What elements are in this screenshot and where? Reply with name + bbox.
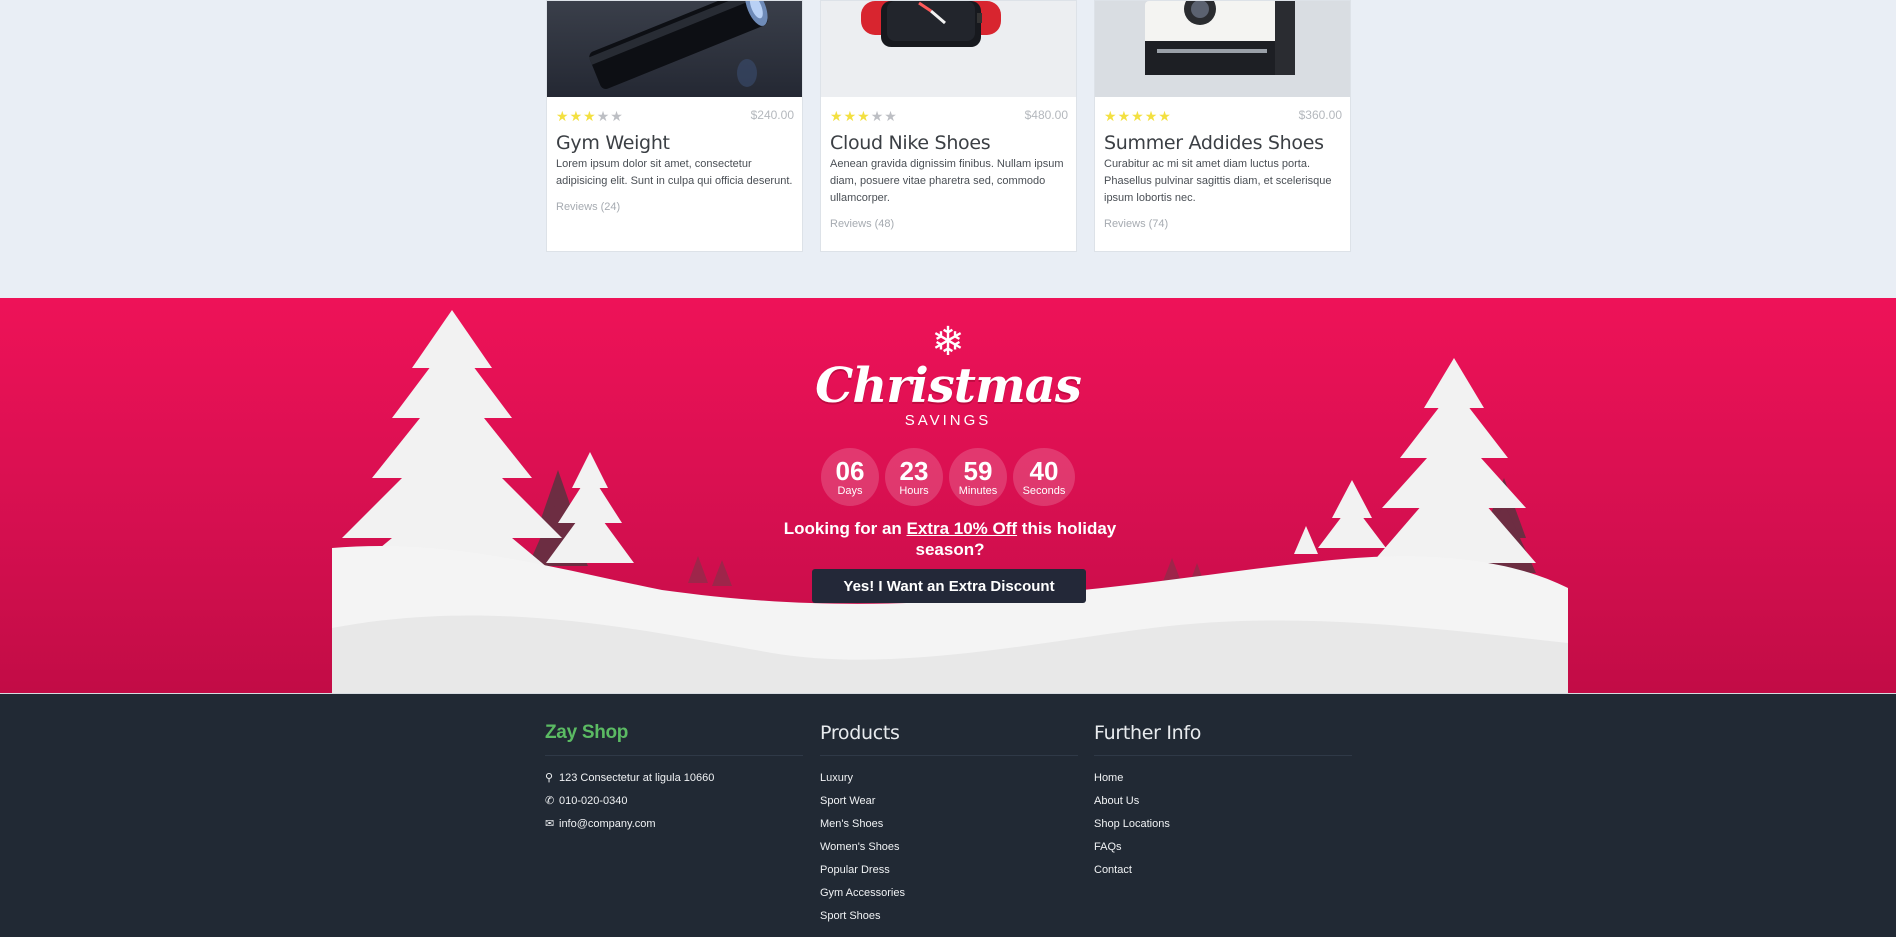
product-title[interactable]: Summer Addides Shoes xyxy=(1104,132,1324,154)
christmas-logo-text: Christmas xyxy=(815,358,1082,414)
footer-link-luxury[interactable]: Luxury xyxy=(820,767,1078,790)
product-card[interactable]: ★★★★★ $360.00 Summer Addides Shoes Curab… xyxy=(1094,0,1351,252)
footer-link-about-us[interactable]: About Us xyxy=(1094,790,1352,813)
footer-brand[interactable]: Zay Shop xyxy=(545,722,803,756)
star-icon: ★ xyxy=(884,108,898,124)
footer-address: ⚲ 123 Consectetur at ligula 10660 xyxy=(545,767,803,790)
product-reviews: Reviews (74) xyxy=(1104,218,1169,230)
product-title[interactable]: Gym Weight xyxy=(556,132,670,154)
product-price: $240.00 xyxy=(750,108,794,122)
star-icon: ★ xyxy=(1158,108,1172,124)
star-icon: ★ xyxy=(1131,108,1145,124)
countdown-timer: 06 Days 23 Hours 59 Minutes 40 Seconds xyxy=(821,448,1075,508)
countdown-minutes: 59 Minutes xyxy=(949,448,1007,506)
snowflake-icon: ❄ xyxy=(931,320,965,364)
footer-info-column: Further Info Home About Us Shop Location… xyxy=(1094,722,1352,882)
extra-discount-button[interactable]: Yes! I Want an Extra Discount xyxy=(812,569,1086,603)
star-icon: ★ xyxy=(583,108,597,124)
product-reviews: Reviews (48) xyxy=(830,218,895,230)
offer-text: Looking for an Extra 10% Off this holida… xyxy=(783,519,1117,559)
footer-link-contact[interactable]: Contact xyxy=(1094,859,1352,882)
offer-highlight: Extra 10% Off xyxy=(906,519,1018,538)
footer-link-home[interactable]: Home xyxy=(1094,767,1352,790)
footer-link-womens-shoes[interactable]: Women's Shoes xyxy=(820,836,1078,859)
product-image[interactable] xyxy=(821,1,1076,97)
product-card[interactable]: ★★★★★ $240.00 Gym Weight Lorem ipsum dol… xyxy=(546,0,803,252)
countdown-days: 06 Days xyxy=(821,448,879,506)
star-icon: ★ xyxy=(610,108,624,124)
footer-link-mens-shoes[interactable]: Men's Shoes xyxy=(820,813,1078,836)
star-icon: ★ xyxy=(1104,108,1118,124)
product-card[interactable]: ★★★★★ $480.00 Cloud Nike Shoes Aenean gr… xyxy=(820,0,1077,252)
star-icon: ★ xyxy=(556,108,570,124)
map-marker-icon: ⚲ xyxy=(545,772,554,784)
product-description: Curabitur ac mi sit amet diam luctus por… xyxy=(1104,158,1332,204)
product-price: $480.00 xyxy=(1024,108,1068,122)
rating-stars: ★★★★★ xyxy=(830,108,898,125)
star-icon: ★ xyxy=(569,108,584,124)
footer-link-sport-shoes[interactable]: Sport Shoes xyxy=(820,905,1078,928)
product-description: Lorem ipsum dolor sit amet, consectetur … xyxy=(556,158,793,187)
footer-link-shop-locations[interactable]: Shop Locations xyxy=(1094,813,1352,836)
star-icon: ★ xyxy=(1144,108,1159,124)
savings-logo-text: SAVINGS xyxy=(904,412,992,429)
rating-stars: ★★★★★ xyxy=(556,108,624,125)
product-cards: ★★★★★ $240.00 Gym Weight Lorem ipsum dol… xyxy=(546,0,1354,254)
footer-products-title: Products xyxy=(820,722,1078,756)
product-image[interactable] xyxy=(547,1,802,97)
star-icon: ★ xyxy=(843,108,858,124)
footer-link-sport-wear[interactable]: Sport Wear xyxy=(820,790,1078,813)
star-icon: ★ xyxy=(830,108,844,124)
footer-link-faqs[interactable]: FAQs xyxy=(1094,836,1352,859)
product-description: Aenean gravida dignissim finibus. Nullam… xyxy=(830,158,1064,204)
footer-brand-column: Zay Shop ⚲ 123 Consectetur at ligula 1066… xyxy=(545,722,803,836)
footer-link-popular-dress[interactable]: Popular Dress xyxy=(820,859,1078,882)
footer-email[interactable]: ✉ info@company.com xyxy=(545,813,803,836)
footer-link-gym-accessories[interactable]: Gym Accessories xyxy=(820,882,1078,905)
site-footer: Zay Shop ⚲ 123 Consectetur at ligula 1066… xyxy=(0,693,1896,937)
countdown-seconds: 40 Seconds xyxy=(1013,448,1075,506)
phone-icon: ✆ xyxy=(545,795,555,807)
star-icon: ★ xyxy=(1117,108,1132,124)
footer-products-column: Products Luxury Sport Wear Men's Shoes W… xyxy=(820,722,1078,928)
star-icon: ★ xyxy=(857,108,871,124)
countdown-hours: 23 Hours xyxy=(885,448,943,506)
product-reviews: Reviews (24) xyxy=(556,201,621,213)
star-icon: ★ xyxy=(596,108,611,124)
product-image[interactable] xyxy=(1095,1,1350,97)
christmas-promo-banner: ❄ Christmas SAVINGS 06 Days 23 Hours 59 Min… xyxy=(0,298,1896,693)
product-title[interactable]: Cloud Nike Shoes xyxy=(830,132,991,154)
footer-info-title: Further Info xyxy=(1094,722,1352,756)
product-price: $360.00 xyxy=(1298,108,1342,122)
star-icon: ★ xyxy=(870,108,885,124)
rating-stars: ★★★★★ xyxy=(1104,108,1172,125)
footer-phone[interactable]: ✆ 010-020-0340 xyxy=(545,790,803,813)
envelope-icon: ✉ xyxy=(545,818,555,830)
